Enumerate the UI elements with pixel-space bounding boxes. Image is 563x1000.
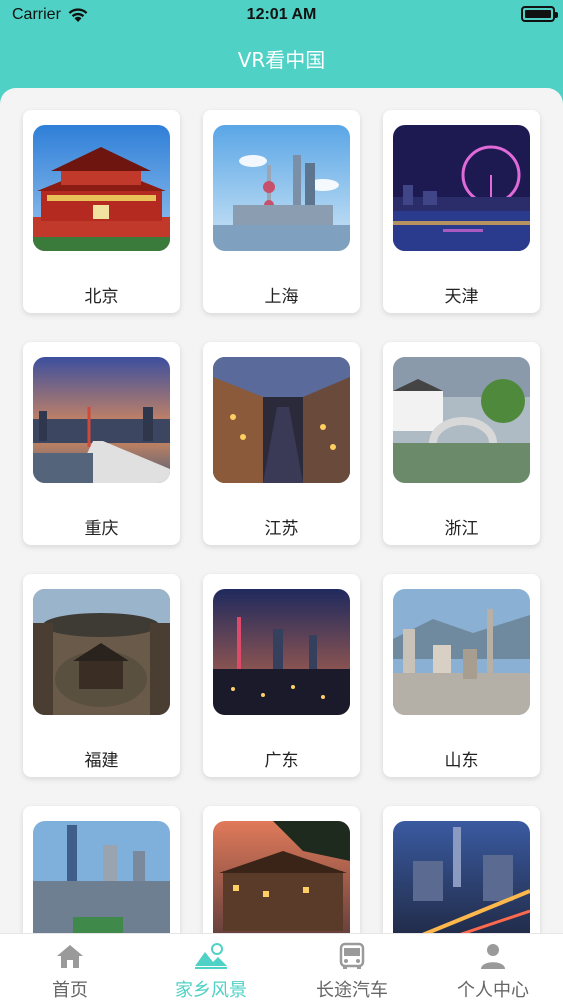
tab-label: 个人中心 <box>457 980 529 1000</box>
region-photo <box>213 821 350 933</box>
region-photo <box>33 357 170 483</box>
region-name: 浙江 <box>444 519 479 539</box>
region-card[interactable]: 江苏 <box>203 342 360 545</box>
region-name: 北京 <box>84 287 119 307</box>
region-card[interactable]: 福建 <box>23 574 180 777</box>
region-card[interactable]: 重庆 <box>23 342 180 545</box>
region-photo <box>33 589 170 715</box>
region-name: 广东 <box>264 751 299 771</box>
tab-home[interactable]: 首页 <box>0 934 140 1000</box>
region-card[interactable] <box>203 806 360 933</box>
tab-label: 长途汽车 <box>316 980 388 1000</box>
region-name: 重庆 <box>84 519 119 539</box>
region-grid: 北京 上海 天津 重庆 江苏 浙江 福建 广东 山东 <box>0 88 563 933</box>
region-photo <box>393 125 530 251</box>
region-card[interactable]: 山东 <box>383 574 540 777</box>
region-photo <box>213 357 350 483</box>
region-card[interactable]: 广东 <box>203 574 360 777</box>
region-photo <box>393 589 530 715</box>
home-icon <box>57 945 83 968</box>
region-photo <box>393 821 530 933</box>
tab-profile[interactable]: 个人中心 <box>423 934 563 1000</box>
region-card[interactable]: 上海 <box>203 110 360 313</box>
status-bar: Carrier 12:01 AM <box>0 0 563 30</box>
region-card[interactable] <box>23 806 180 933</box>
region-photo <box>393 357 530 483</box>
region-name: 山东 <box>444 751 479 771</box>
page-title: VR看中国 <box>237 48 326 72</box>
bus-icon <box>339 942 365 969</box>
region-name: 福建 <box>84 751 119 771</box>
region-name: 江苏 <box>264 519 299 539</box>
region-card[interactable]: 北京 <box>23 110 180 313</box>
region-name: 天津 <box>444 287 479 307</box>
tab-coach-bus[interactable]: 长途汽车 <box>282 934 422 1000</box>
region-card[interactable] <box>383 806 540 933</box>
tab-label: 家乡风景 <box>175 980 247 1000</box>
region-photo <box>33 821 170 933</box>
tab-label: 首页 <box>52 980 88 1000</box>
tab-bar: 首页 家乡风景 长途汽车 个人中心 <box>0 933 563 1000</box>
battery-icon <box>521 6 558 22</box>
region-name: 上海 <box>264 287 299 307</box>
landscape-icon <box>195 943 227 969</box>
tab-hometown-scenery[interactable]: 家乡风景 <box>141 934 281 1000</box>
region-photo <box>213 125 350 251</box>
region-photo <box>213 589 350 715</box>
clock-time: 12:01 AM <box>246 6 317 23</box>
region-card[interactable]: 浙江 <box>383 342 540 545</box>
person-icon <box>481 944 505 969</box>
region-photo <box>33 125 170 251</box>
region-card[interactable]: 天津 <box>383 110 540 313</box>
